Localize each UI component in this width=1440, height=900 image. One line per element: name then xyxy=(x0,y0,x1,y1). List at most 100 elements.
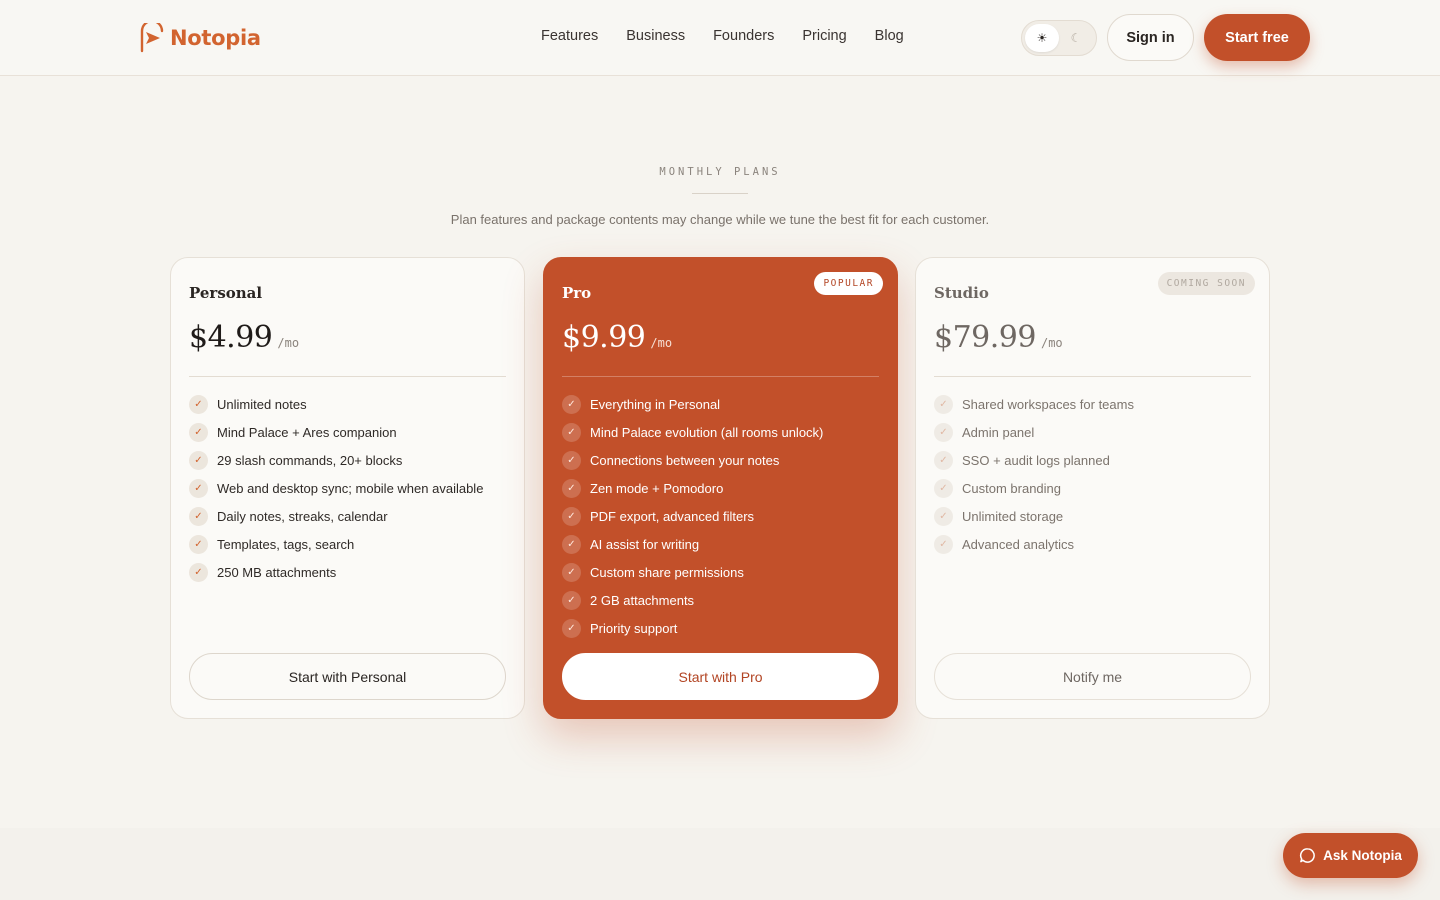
section-subtitle: Plan features and package contents may c… xyxy=(450,212,990,227)
price-period: /mo xyxy=(1040,336,1063,350)
feature-label: PDF export, advanced filters xyxy=(590,508,755,524)
price-row: $79.99 /mo xyxy=(934,320,1063,355)
nav-business[interactable]: Business xyxy=(626,28,685,44)
main-nav: Features Business Founders Pricing Blog xyxy=(541,28,904,44)
feature-item: ✓ 2 GB attachments xyxy=(562,586,823,614)
check-icon: ✓ xyxy=(189,450,208,470)
check-icon: ✓ xyxy=(189,478,208,498)
check-icon: ✓ xyxy=(934,478,953,498)
feature-item: ✓ Priority support xyxy=(562,614,823,642)
start-personal-button[interactable]: Start with Personal xyxy=(189,653,506,700)
feature-label: Custom branding xyxy=(962,480,1061,496)
check-icon: ✓ xyxy=(934,534,953,554)
check-icon: ✓ xyxy=(562,394,581,414)
check-icon: ✓ xyxy=(934,506,953,526)
plan-price: $9.99 xyxy=(562,320,646,355)
check-icon: ✓ xyxy=(189,562,208,582)
feature-item: ✓ Daily notes, streaks, calendar xyxy=(189,502,483,530)
feature-label: Daily notes, streaks, calendar xyxy=(217,508,388,524)
logo[interactable]: Notopia xyxy=(138,22,261,54)
feature-label: Unlimited storage xyxy=(962,508,1064,524)
start-free-button[interactable]: Start free xyxy=(1204,14,1310,61)
feature-label: 2 GB attachments xyxy=(590,592,695,608)
nav-pricing[interactable]: Pricing xyxy=(802,28,846,44)
feature-item: ✓ Zen mode + Pomodoro xyxy=(562,474,823,502)
sign-in-button[interactable]: Sign in xyxy=(1107,14,1194,61)
plan-name: Personal xyxy=(189,284,263,302)
section-eyebrow: MONTHLY PLANS xyxy=(659,166,781,178)
check-icon: ✓ xyxy=(189,534,208,554)
check-icon: ✓ xyxy=(934,450,953,470)
feature-item: ✓ Web and desktop sync; mobile when avail… xyxy=(189,474,483,502)
plan-name: Pro xyxy=(562,284,592,302)
notopia-logo-icon xyxy=(140,23,164,53)
card-divider xyxy=(189,376,506,377)
check-icon: ✓ xyxy=(934,422,953,442)
feature-label: AI assist for writing xyxy=(590,536,700,552)
feature-item: ✓ 29 slash commands, 20+ blocks xyxy=(189,446,483,474)
feature-label: 250 MB attachments xyxy=(217,564,337,580)
feature-label: Advanced analytics xyxy=(962,536,1075,552)
feature-item: ✓ Shared workspaces for teams xyxy=(934,390,1134,418)
theme-toggle[interactable]: ☀ ☾ xyxy=(1021,20,1097,56)
eyebrow-divider xyxy=(692,193,748,194)
popular-badge: POPULAR xyxy=(814,272,883,295)
logo-text: Notopia xyxy=(170,26,261,50)
feature-label: Everything in Personal xyxy=(590,396,721,412)
feature-list: ✓ Everything in Personal ✓ Mind Palace evo… xyxy=(562,390,823,642)
check-icon: ✓ xyxy=(562,534,581,554)
plan-name: Studio xyxy=(934,284,989,302)
price-row: $4.99 /mo xyxy=(189,320,299,355)
feature-item: ✓ Advanced analytics xyxy=(934,530,1134,558)
sun-icon[interactable]: ☀ xyxy=(1025,24,1059,52)
ask-notopia-button[interactable]: Ask Notopia xyxy=(1283,833,1418,878)
feature-item: ✓ Mind Palace + Ares companion xyxy=(189,418,483,446)
notify-me-button[interactable]: Notify me xyxy=(934,653,1251,700)
check-icon: ✓ xyxy=(562,590,581,610)
site-header: Notopia Features Business Founders Prici… xyxy=(0,0,1440,76)
feature-item: ✓ Unlimited notes xyxy=(189,390,483,418)
feature-label: Priority support xyxy=(590,620,678,636)
feature-list: ✓ Shared workspaces for teams ✓ Admin pane… xyxy=(934,390,1134,558)
feature-item: ✓ Custom share permissions xyxy=(562,558,823,586)
card-divider xyxy=(562,376,879,377)
nav-blog[interactable]: Blog xyxy=(875,28,904,44)
check-icon: ✓ xyxy=(189,394,208,414)
check-icon: ✓ xyxy=(562,506,581,526)
feature-item: ✓ AI assist for writing xyxy=(562,530,823,558)
feature-item: ✓ Admin panel xyxy=(934,418,1134,446)
nav-features[interactable]: Features xyxy=(541,28,598,44)
feature-item: ✓ Connections between your notes xyxy=(562,446,823,474)
feature-label: Shared workspaces for teams xyxy=(962,396,1134,412)
feature-item: ✓ SSO + audit logs planned xyxy=(934,446,1134,474)
coming-soon-badge: COMING SOON xyxy=(1157,272,1255,295)
price-row: $9.99 /mo xyxy=(562,320,672,355)
feature-item: ✓ Everything in Personal xyxy=(562,390,823,418)
plan-card-personal: Personal $4.99 /mo ✓ Unlimited notes ✓ Min… xyxy=(170,257,525,719)
feature-item: ✓ Unlimited storage xyxy=(934,502,1134,530)
check-icon: ✓ xyxy=(562,450,581,470)
start-pro-button[interactable]: Start with Pro xyxy=(562,653,879,700)
feature-list: ✓ Unlimited notes ✓ Mind Palace + Ares com… xyxy=(189,390,483,586)
check-icon: ✓ xyxy=(189,506,208,526)
check-icon: ✓ xyxy=(934,394,953,414)
card-divider xyxy=(934,376,1251,377)
feature-label: Templates, tags, search xyxy=(217,536,355,552)
feature-item: ✓ Custom branding xyxy=(934,474,1134,502)
plan-card-studio: COMING SOON Studio $79.99 /mo ✓ Shared wo… xyxy=(915,257,1270,719)
check-icon: ✓ xyxy=(562,478,581,498)
plan-price: $4.99 xyxy=(189,320,273,355)
check-icon: ✓ xyxy=(562,618,581,638)
feature-label: Zen mode + Pomodoro xyxy=(590,480,724,496)
nav-founders[interactable]: Founders xyxy=(713,28,774,44)
plan-price: $79.99 xyxy=(934,320,1036,355)
price-period: /mo xyxy=(277,336,300,350)
feature-label: SSO + audit logs planned xyxy=(962,452,1110,468)
price-period: /mo xyxy=(650,336,673,350)
feature-label: Web and desktop sync; mobile when availa… xyxy=(217,480,484,496)
feature-item: ✓ 250 MB attachments xyxy=(189,558,483,586)
chat-bubble-icon xyxy=(1300,848,1315,863)
feature-label: Mind Palace evolution (all rooms unlock) xyxy=(590,424,824,440)
feature-label: 29 slash commands, 20+ blocks xyxy=(217,452,403,468)
moon-icon[interactable]: ☾ xyxy=(1059,24,1093,52)
